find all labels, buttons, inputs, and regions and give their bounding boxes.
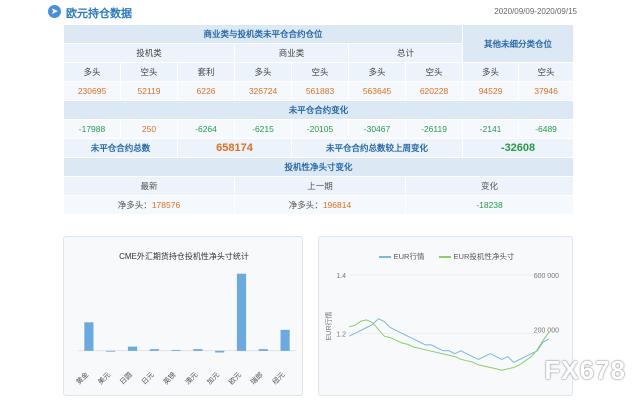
x-tick-label: 欧元 <box>227 370 243 386</box>
watermark-logo: FX678 <box>544 355 626 385</box>
bar <box>193 349 203 351</box>
y-right-tick: 200 000 <box>534 327 559 334</box>
value-cell: 52119 <box>120 81 178 101</box>
value-cell: 6226 <box>177 81 235 101</box>
value-cell: 620228 <box>404 81 464 101</box>
change-cell: -17988 <box>63 119 121 139</box>
net-prev-value: 196814 <box>322 200 352 210</box>
value-cell: 561883 <box>291 81 349 101</box>
col-short: 空头 <box>291 62 349 82</box>
x-tick-label: 纽元 <box>270 370 286 386</box>
y-right-tick: 600 000 <box>534 273 559 280</box>
col-spread: 套利 <box>177 62 235 82</box>
x-tick-label: 日圆 <box>118 371 134 387</box>
page-header: ➤ 欧元持仓数据 2020/09/09-2020/09/15 <box>0 0 640 24</box>
change-header: 未平仓合约变化 <box>62 100 575 120</box>
positions-table: 商业类与投机类未平仓合约仓位 其他未细分类仓位 投机类 商业类 总计 多头 空头… <box>62 24 575 222</box>
col-short: 空头 <box>404 62 464 82</box>
change-cell: -26119 <box>404 119 464 139</box>
group-header-commercial-spec: 商业类与投机类未平仓合约仓位 <box>62 24 464 44</box>
circle-arrow-icon: ➤ <box>48 5 61 18</box>
net-series-line <box>348 319 550 371</box>
x-tick-label: 加元 <box>205 370 221 386</box>
header-spec: 投机类 <box>63 43 235 63</box>
oi-total-value: 658174 <box>216 142 253 154</box>
net-change-value: -18238 <box>404 195 575 215</box>
change-cell: -6215 <box>234 119 292 139</box>
change-cell: 250 <box>120 119 178 139</box>
net-label: 净多头： <box>117 200 152 210</box>
header-total: 总计 <box>347 43 464 63</box>
col-long: 多头 <box>348 62 406 82</box>
change-cell: -6489 <box>518 119 575 139</box>
net-header: 投机性净头寸变化 <box>62 157 575 177</box>
bar <box>106 350 116 352</box>
y-left-tick: 1.2 <box>336 331 346 338</box>
net-latest-cell: 净多头：178576 <box>63 195 235 215</box>
line-chart-panel: EUR行情 EUR投机性净头寸 1.4 1.2 600 000 200 000 EUR行… <box>318 236 573 396</box>
bar <box>258 349 268 351</box>
value-cell: 37946 <box>518 81 575 101</box>
group-header-other: 其他未细分类仓位 <box>462 24 575 63</box>
oi-change-label: 未平仓合约总数较上周变化 <box>290 138 464 158</box>
y-left-axis-label: EUR行情 <box>324 312 333 341</box>
y-left-tick: 1.4 <box>336 273 346 280</box>
change-cell: -30467 <box>348 119 406 139</box>
net-latest-value: 178576 <box>151 200 181 210</box>
x-tick-label: 瑞郎 <box>248 370 264 386</box>
x-tick-label: 日元 <box>140 371 156 387</box>
col-long: 多头 <box>234 62 292 82</box>
bar <box>171 349 181 351</box>
date-range: 2020/09/09-2020/09/15 <box>494 7 577 16</box>
col-long: 多头 <box>462 62 520 82</box>
x-tick-label: 黄金 <box>74 370 90 386</box>
col-previous: 上一期 <box>234 176 406 196</box>
value-cell: 94529 <box>462 81 520 101</box>
page-title: 欧元持仓数据 <box>66 8 132 20</box>
x-tick-label: 美元 <box>96 370 112 386</box>
col-long: 多头 <box>63 62 121 82</box>
bar <box>149 349 159 351</box>
bar <box>280 329 290 351</box>
header-commercial: 商业类 <box>234 43 349 63</box>
col-short: 空头 <box>518 62 575 82</box>
bar <box>127 346 138 351</box>
value-cell: 563645 <box>348 81 406 101</box>
bar <box>84 322 94 351</box>
bar-chart: 黄金 美元 日圆 日元 英镑 澳元 加元 欧元 瑞郎 纽元 <box>74 273 296 387</box>
col-change: 变化 <box>404 176 575 196</box>
bar <box>215 350 225 353</box>
oi-total-label: 未平仓合约总数 <box>63 138 178 158</box>
change-cell: -20105 <box>291 119 349 139</box>
change-cell: -6264 <box>177 119 235 139</box>
price-series-line <box>348 318 550 364</box>
col-short: 空头 <box>120 62 178 82</box>
line-chart: 1.4 1.2 600 000 200 000 EUR行情 <box>324 273 559 371</box>
net-prev-cell: 净多头：196814 <box>234 195 406 215</box>
change-cell: -2141 <box>462 119 520 139</box>
x-tick-label: 澳元 <box>183 370 199 386</box>
bar-chart-panel: CME外汇期货持仓投机性净头寸统计 黄金 美元 日圆 日元 英镑 澳元 加元 欧元 瑞郎 纽元 <box>63 236 303 396</box>
net-label: 净多头： <box>288 200 323 210</box>
x-tick-label: 英镑 <box>161 370 177 386</box>
value-cell: 326724 <box>234 81 292 101</box>
col-latest: 最新 <box>63 176 235 196</box>
oi-change-value: -32608 <box>500 142 536 154</box>
value-cell: 230695 <box>63 81 121 101</box>
bar <box>236 273 247 351</box>
